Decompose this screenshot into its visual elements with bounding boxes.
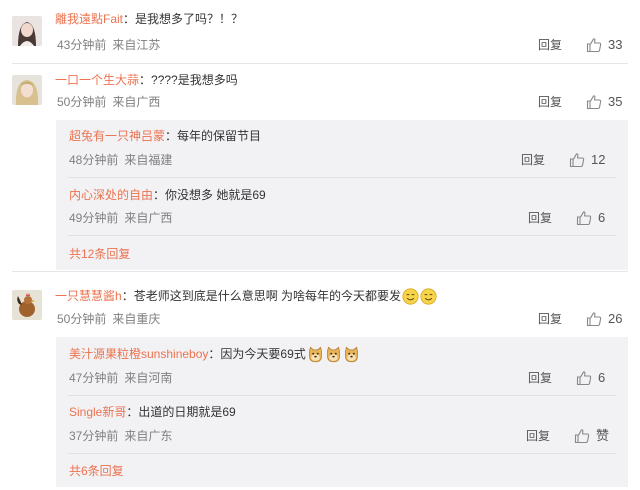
reply-button[interactable]: 回复 [538,310,562,328]
like-button[interactable]: 赞 [574,427,609,445]
reply-line: 超兔有一只神吕蒙：每年的保留节目 [69,129,262,143]
like-count: 26 [608,311,623,326]
reply-meta: 48分钟前 来自福建 [69,151,172,169]
reply-button[interactable]: 回复 [528,369,552,387]
reply-button[interactable]: 回复 [538,36,562,54]
username-link[interactable]: 離我遠點Fait [55,12,123,26]
like-count: 6 [598,370,606,385]
reply-divider [68,395,616,396]
comment-text: 是我想多了吗？！？ [135,12,244,26]
like-count: 12 [591,152,606,167]
reply-time: 37分钟前 [69,429,119,443]
comment-meta: 50分钟前 来自广西 [57,93,160,111]
reply-time: 48分钟前 [69,153,119,167]
thumbs-up-icon [586,37,602,53]
comment-meta: 43分钟前 来自江苏 [57,36,160,54]
more-replies-link[interactable]: 共12条回复 [69,245,130,263]
smiley-emoji [402,288,419,305]
thumbs-up-icon [586,94,602,110]
more-replies-link[interactable]: 共6条回复 [69,462,124,480]
like-button[interactable]: 6 [576,369,605,387]
comment-line: 離我遠點Fait：是我想多了吗？！？ [55,12,244,26]
reply-text: 出道的日期就是69 [138,405,236,419]
reply-source: 来自广西 [124,211,173,225]
comment-time: 43分钟前 [57,38,107,52]
thumbs-up-icon [576,210,592,226]
divider [12,271,628,272]
reply-divider [68,453,616,454]
reply-button[interactable]: 回复 [526,427,550,445]
like-button[interactable]: 6 [576,209,605,227]
comment-item: 離我遠點Fait：是我想多了吗？！？ 43分钟前 来自江苏 回复 33 [0,0,640,64]
doge-emoji [325,346,342,363]
username-link[interactable]: Single新哥 [69,405,126,419]
reply-line: 美汁源果粒橙sunshineboy：因为今天要69式 [69,345,360,363]
comment-time: 50分钟前 [57,312,107,326]
comment-line: 一只慧慧酱h：苍老师这到底是什么意思啊 为啥每年的今天都要发 [55,287,437,305]
comment-meta: 50分钟前 来自重庆 [57,310,160,328]
reply-text: 每年的保留节目 [177,129,262,143]
blonde-avatar-icon [12,75,42,105]
thumbs-up-icon [586,311,602,327]
avatar[interactable] [12,16,42,46]
comment-source: 来自广西 [112,95,161,109]
doge-emoji [307,346,324,363]
username-link[interactable]: 美汁源果粒橙sunshineboy [69,347,208,361]
like-count: 6 [598,210,606,225]
reply-text: 因为今天要69式 [220,347,306,361]
reply-button[interactable]: 回复 [538,93,562,111]
reply-button[interactable]: 回复 [521,151,545,169]
like-button[interactable]: 26 [586,310,622,328]
reply-meta: 47分钟前 来自河南 [69,369,172,387]
username-link[interactable]: 一口一个生大蒜 [55,73,139,87]
comment-text: 苍老师这到底是什么意思啊 为啥每年的今天都要发 [133,289,402,303]
rooster-avatar-icon [12,290,42,320]
comment-time: 50分钟前 [57,95,107,109]
reply-text: 你没想多 她就是69 [165,188,266,202]
reply-line: Single新哥：出道的日期就是69 [69,405,236,419]
like-count: 35 [608,94,623,109]
avatar[interactable] [12,290,42,320]
reply-meta: 49分钟前 来自广西 [69,209,172,227]
reply-time: 49分钟前 [69,211,119,225]
comment-text: ????是我想多吗 [151,73,238,87]
reply-source: 来自福建 [124,153,173,167]
thumbs-up-icon [576,370,592,386]
girl-avatar-icon [12,16,42,46]
avatar[interactable] [12,75,42,105]
reply-time: 47分钟前 [69,371,119,385]
doge-emoji [343,346,360,363]
like-count: 赞 [596,428,610,443]
reply-button[interactable]: 回复 [528,209,552,227]
thumbs-up-icon [569,152,585,168]
username-link[interactable]: 超兔有一只神吕蒙 [69,129,165,143]
comment-line: 一口一个生大蒜：????是我想多吗 [55,73,238,87]
reply-divider [68,235,616,236]
username-link[interactable]: 内心深处的自由 [69,188,153,202]
like-button[interactable]: 33 [586,36,622,54]
username-link[interactable]: 一只慧慧酱h [55,289,122,303]
reply-meta: 37分钟前 来自广东 [69,427,172,445]
thumbs-up-icon [574,428,590,444]
reply-source: 来自广东 [124,429,173,443]
like-count: 33 [608,37,623,52]
reply-source: 来自河南 [124,371,173,385]
like-button[interactable]: 12 [569,151,605,169]
reply-divider [68,177,616,178]
like-button[interactable]: 35 [586,93,622,111]
reply-line: 内心深处的自由：你没想多 她就是69 [69,188,266,202]
smiley-emoji [420,288,437,305]
comment-source: 来自重庆 [112,312,161,326]
comment-source: 来自江苏 [112,38,161,52]
